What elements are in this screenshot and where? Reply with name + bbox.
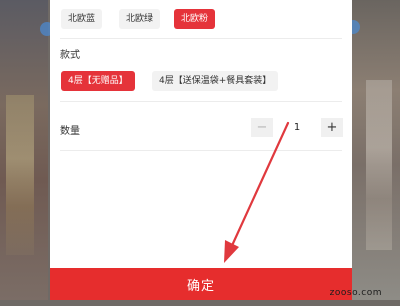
style-label: 款式 [60,50,80,61]
quantity-value[interactable]: 1 [273,118,321,137]
divider [60,150,342,151]
divider [60,38,342,39]
quantity-decrease-button[interactable]: − [251,118,273,137]
quantity-label: 数量 [60,126,80,137]
watermark: zooso.com [329,288,382,298]
style-option-no-gift[interactable]: 4层【无赠品】 [61,71,135,91]
color-option-pink[interactable]: 北欧粉 [174,9,216,29]
color-option-blue[interactable]: 北欧蓝 [61,9,103,29]
quantity-stepper: − 1 + [251,118,343,137]
background-right-image [366,80,392,250]
divider [60,101,342,102]
sku-selection-sheet: 北欧蓝 北欧绿 北欧粉 款式 4层【无赠品】 4层【送保温袋+餐具套装】 数量 … [50,0,352,300]
background-left-image [6,95,34,255]
style-option-with-gift[interactable]: 4层【送保温袋+餐具套装】 [152,71,279,91]
quantity-increase-button[interactable]: + [321,118,343,137]
color-option-green[interactable]: 北欧绿 [119,9,161,29]
confirm-button[interactable]: 确定 [50,268,352,300]
